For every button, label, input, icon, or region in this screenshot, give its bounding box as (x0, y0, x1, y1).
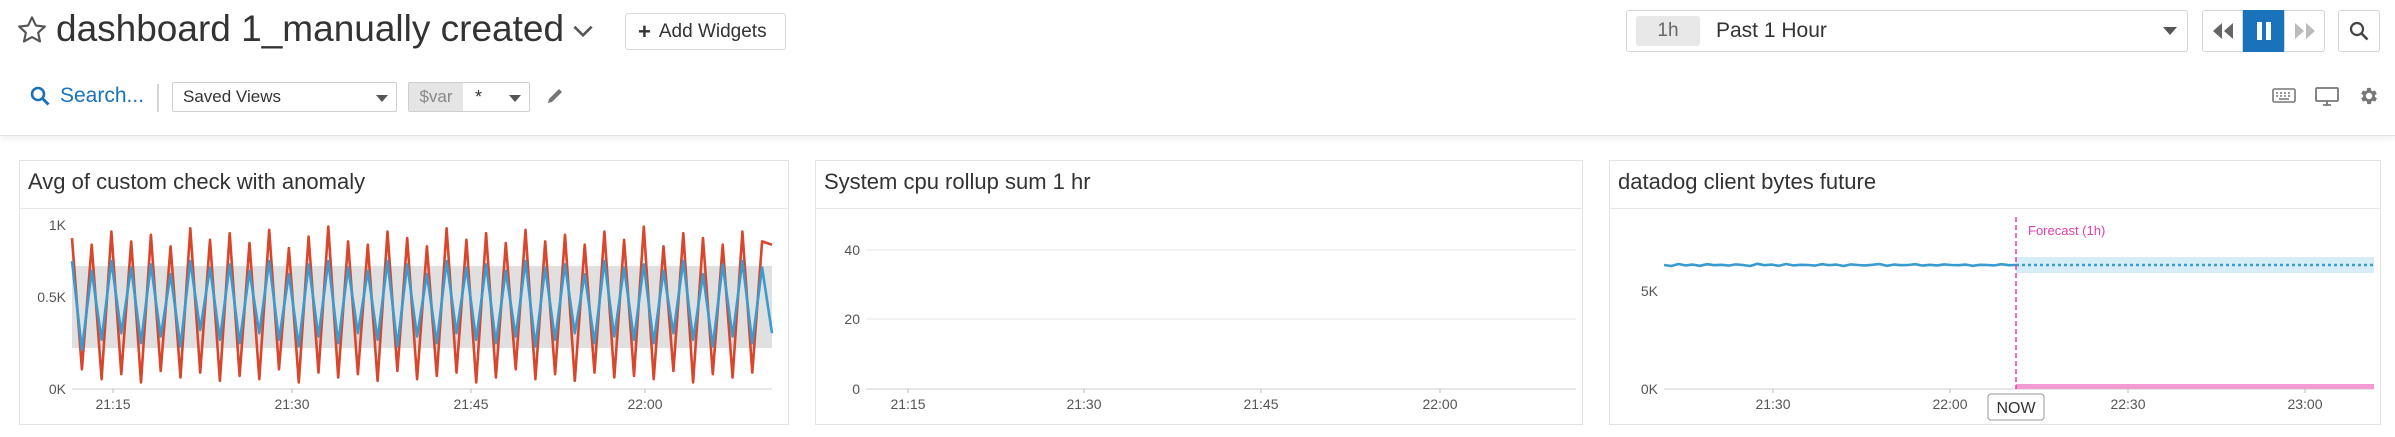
anomaly-chart: 1K 0.5K 0K 21:15 21:30 21:45 22:00 (37, 217, 774, 412)
x-tick-label: 22:00 (1932, 396, 1967, 412)
widget-title: datadog client bytes future (1610, 161, 2380, 209)
y-tick-label: 0.5K (37, 289, 66, 305)
forecast-bottom-band (2016, 384, 2374, 389)
y-tick-label: 0K (49, 381, 67, 397)
search-icon (30, 86, 50, 106)
widget-title: Avg of custom check with anomaly (20, 161, 788, 209)
y-tick-label: 0K (1641, 381, 1659, 397)
x-tick-label: 22:00 (1422, 396, 1457, 412)
forecast-band (2016, 257, 2374, 273)
keyboard-icon[interactable] (2272, 86, 2296, 104)
y-tick-label: 20 (844, 311, 860, 327)
widget-title: System cpu rollup sum 1 hr (816, 161, 1582, 209)
time-range-label: Past 1 Hour (1716, 19, 1827, 42)
x-tick-label: 21:30 (1755, 396, 1790, 412)
add-widgets-label: Add Widgets (658, 20, 767, 42)
playback-controls (2202, 10, 2325, 52)
now-label: NOW (1996, 400, 2036, 417)
widget-anomaly[interactable]: Avg of custom check with anomaly 1K 0.5K 0… (19, 160, 789, 425)
monitor-icon[interactable] (2315, 86, 2339, 106)
time-range-badge: 1h (1636, 16, 1700, 46)
template-variable-value: * (475, 86, 483, 107)
pencil-icon[interactable] (545, 86, 565, 106)
x-tick-label: 21:15 (95, 396, 130, 412)
time-picker[interactable]: 1h Past 1 Hour (1626, 10, 2188, 52)
saved-views-label: Saved Views (183, 87, 281, 106)
forecast-chart: 5K 0K 21:30 22:00 22:30 23:00 Forecast (1h) NOW (1641, 217, 2374, 421)
widget-cpu[interactable]: System cpu rollup sum 1 hr 40 20 0 21:15 21:… (815, 160, 1583, 425)
fast-forward-button[interactable] (2284, 10, 2325, 52)
caret-down-icon (376, 95, 388, 102)
dashboard-header: dashboard 1_manually created + Add Widge… (0, 0, 2395, 136)
rewind-button[interactable] (2202, 10, 2243, 52)
y-tick-label: 5K (1641, 283, 1659, 299)
widget-forecast[interactable]: datadog client bytes future 5K 0K 21:30 22:… (1609, 160, 2381, 425)
x-tick-label: 21:30 (1066, 396, 1101, 412)
add-widgets-button[interactable]: + Add Widgets (625, 13, 786, 50)
y-tick-label: 0 (852, 381, 860, 397)
page-title: dashboard 1_manually created (56, 8, 565, 49)
gear-icon[interactable] (2358, 85, 2380, 107)
x-tick-label: 21:45 (453, 396, 488, 412)
y-tick-label: 40 (844, 242, 860, 258)
x-tick-label: 23:00 (2287, 396, 2322, 412)
star-icon[interactable] (16, 13, 48, 47)
x-tick-label: 22:00 (627, 396, 662, 412)
pause-icon (2256, 22, 2271, 40)
forecast-label: Forecast (1h) (2028, 223, 2105, 238)
search-link[interactable]: Search... (30, 84, 144, 108)
template-variable[interactable]: $var * (408, 82, 530, 112)
search-label: Search... (60, 84, 145, 107)
chevron-down-icon[interactable] (570, 18, 596, 44)
saved-views-dropdown[interactable]: Saved Views (172, 82, 397, 112)
fast-forward-icon (2294, 23, 2315, 39)
x-tick-label: 22:30 (2110, 396, 2145, 412)
template-variable-name: $var (409, 83, 463, 111)
cpu-chart: 40 20 0 21:15 21:30 21:45 22:00 (844, 242, 1576, 412)
rewind-icon (2212, 23, 2233, 39)
x-tick-label: 21:15 (890, 396, 925, 412)
search-button[interactable] (2338, 10, 2380, 52)
pause-button[interactable] (2243, 10, 2284, 52)
x-tick-label: 21:30 (274, 396, 309, 412)
search-icon (2349, 21, 2369, 41)
series-line (1663, 262, 2017, 268)
y-tick-label: 1K (49, 217, 67, 233)
caret-down-icon (509, 95, 521, 102)
toolbar-divider (157, 84, 159, 112)
plus-icon: + (638, 18, 651, 44)
x-tick-label: 21:45 (1243, 396, 1278, 412)
caret-down-icon (2163, 27, 2177, 35)
